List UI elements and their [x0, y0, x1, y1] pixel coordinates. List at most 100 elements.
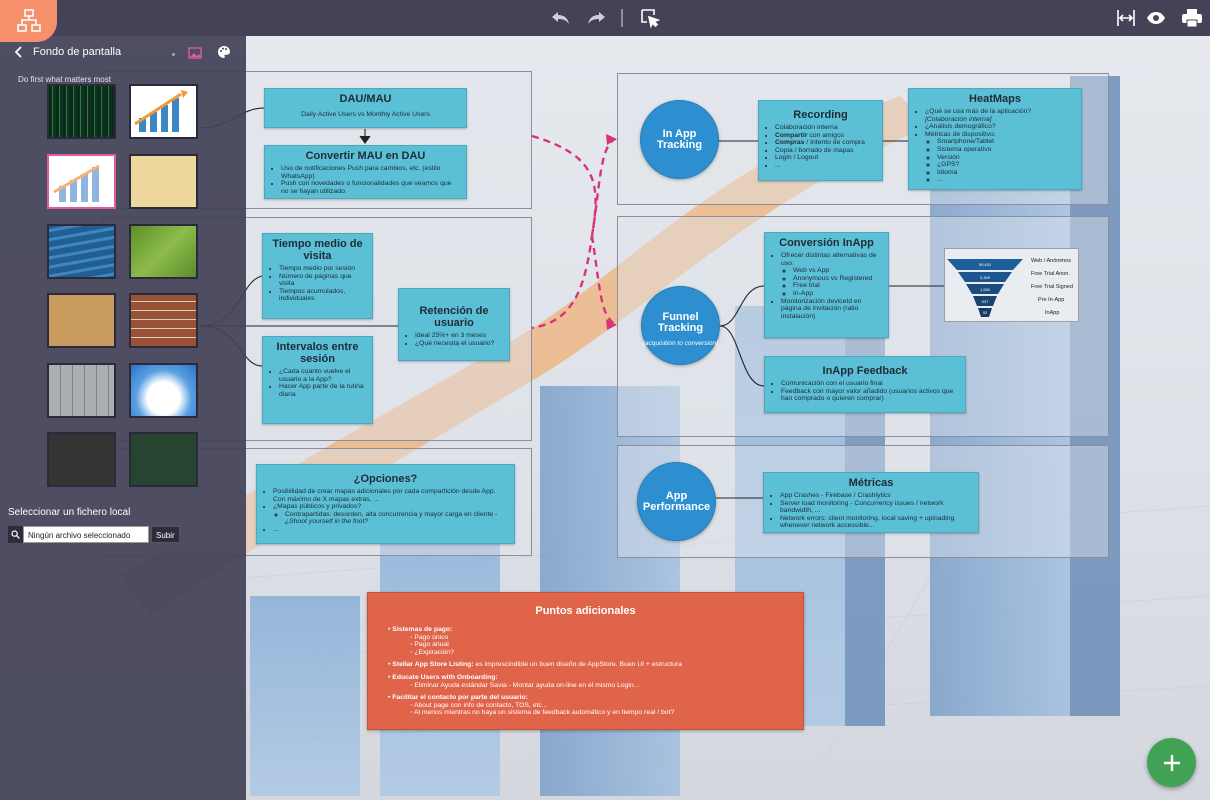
undo-icon[interactable] [549, 6, 573, 30]
funnel-value: 1,530 [980, 287, 991, 292]
node-intervalos[interactable]: Intervalos entre sesión ¿Cada cuanto vue… [262, 336, 373, 424]
node-title: Funnel Tracking [657, 311, 704, 334]
list-item: Compras / Intento de compra [775, 139, 876, 147]
cursor-select-icon[interactable] [638, 6, 662, 30]
node-title: InApp Feedback [822, 365, 908, 377]
node-title: Puntos adicionales [535, 605, 636, 617]
node-inapp-feedback[interactable]: InApp Feedback Comunicación con el usuar… [764, 356, 966, 413]
list-item: ... [775, 162, 876, 170]
list-item: Comunicación con el usuario final [781, 380, 959, 388]
list-item: Número de páginas que visita [279, 273, 366, 288]
node-app-performance[interactable]: App Performance [637, 462, 716, 541]
list-item: Ofrecer distintas alternativas de uso: W… [781, 252, 882, 298]
list-item: Métricas de dispositivo: Smartphone/Tabl… [925, 131, 1075, 184]
node-title: Retención de usuario [419, 305, 489, 329]
list-item: ◦ Pago único [410, 633, 449, 641]
list-item: In-App [793, 290, 876, 298]
node-puntos-adicionales[interactable]: Puntos adicionales • Sistemas de pago: ◦… [367, 592, 804, 730]
list-text: / Intento de compra [804, 139, 865, 147]
node-metricas[interactable]: Métricas App Crashes - Firebase / Crashl… [763, 472, 979, 533]
node-heatmaps[interactable]: HeatMaps ¿Qué se usa más de la aplicació… [908, 88, 1082, 190]
section-onboarding: • Educate Users with Onboarding: ◦ Elimi… [388, 674, 803, 689]
list-item: Idioma [937, 169, 1069, 177]
node-tiempo-medio[interactable]: Tiempo medio de visita Tiempo medio por … [262, 233, 373, 319]
list-item: Compartir con amigos [775, 132, 876, 140]
node-title: Métricas [848, 477, 894, 489]
search-icon[interactable] [8, 526, 23, 543]
list-item: ¿Cada cuanto vuelve el usuario a la App? [279, 368, 366, 383]
wallpaper-thumb-brick[interactable] [129, 293, 198, 348]
section-text: es imprescindible un buen diseño de AppS… [473, 661, 682, 669]
funnel-label: Web / Anónimos [1031, 258, 1071, 264]
list-text: About page con info de contacto, TOS, et… [413, 701, 548, 709]
node-recording[interactable]: Recording Colaboración interna Compartir… [758, 100, 883, 181]
image-icon[interactable] [188, 46, 202, 59]
list-item: Free trial [793, 282, 876, 290]
list-item: Colaboración interna [775, 124, 876, 132]
list-item: Tiempo medio por sesión [279, 265, 366, 273]
node-retencion[interactable]: Retención de usuario Ideal 25%+ en 3 mes… [398, 288, 510, 361]
map-subtitle: Do first what matters most [18, 75, 111, 84]
list-text: con amigos [807, 131, 845, 139]
node-conversion-inapp[interactable]: Conversión InApp Ofrecer distintas alter… [764, 232, 889, 338]
list-item: Hacer App parte de la rutina diaria [279, 383, 366, 398]
list-text: Ofrecer distintas alternativas de uso: [781, 252, 877, 267]
list-text: Contrapartidas: desorden, alta concurren… [285, 510, 498, 518]
node-opciones[interactable]: ¿Opciones? Posibilidad de crear mapas ad… [256, 464, 515, 544]
list-item: Uso de notificaciones Push para cambios,… [281, 165, 460, 180]
local-file-label: Seleccionar un fichero local [8, 507, 131, 518]
section-title-text: Facilitar el contacto por parte del usua… [392, 694, 528, 702]
upload-button[interactable]: Subir [151, 526, 180, 543]
wallpaper-thumb-paper[interactable] [129, 154, 198, 209]
section-title: • Sistemas de pago: [388, 626, 453, 633]
file-input[interactable]: Ningún archivo seleccionado [23, 526, 149, 543]
wallpaper-thumb-greenboard[interactable] [129, 432, 198, 487]
wallpaper-thumb-matrix[interactable] [47, 84, 116, 139]
list-item: Feedback con mayor valor añadido (usuari… [781, 388, 959, 403]
node-inapp-tracking[interactable]: In App Tracking [640, 100, 719, 179]
wallpaper-thumb-sky[interactable] [129, 363, 198, 418]
funnel-label: Pre In-App [1038, 297, 1065, 303]
wallpaper-thumb-wood[interactable] [47, 363, 116, 418]
fit-width-icon[interactable] [1114, 6, 1138, 30]
plus-icon [1163, 754, 1180, 771]
node-title: In App Tracking [656, 127, 703, 151]
section-contacto: • Facilitar el contacto por parte del us… [388, 694, 803, 717]
file-upload-row: Ningún archivo seleccionado Subir [8, 526, 180, 543]
funnel-label: Free Trial Anon. [1031, 271, 1070, 277]
funnel-value: 92 [983, 310, 988, 315]
section-pago: • Sistemas de pago: ◦ Pago único ◦ Pago … [388, 626, 803, 656]
wallpaper-thumb-cork[interactable] [47, 293, 116, 348]
wallpaper-thumb-chart-blue[interactable] [129, 84, 198, 139]
mindmap-logo-icon[interactable] [0, 0, 57, 42]
eye-icon[interactable] [1144, 6, 1168, 30]
list-item: ¿Qué necesita el usuario? [415, 340, 503, 348]
printer-icon[interactable] [1180, 6, 1204, 30]
list-item: ¿Qué se usa más de la aplicación?[Colabo… [925, 108, 1075, 123]
wallpaper-thumb-grass[interactable] [129, 224, 198, 279]
node-title: Conversión InApp [779, 237, 874, 249]
list-item: Copia / borrado de mapas [775, 147, 876, 155]
list-item: ◦ Eliminar Ayuda estándar Savia - Montar… [410, 681, 640, 689]
node-text: Daily Active Users vs Monthly Active Use… [301, 111, 430, 118]
section-title-text: Educate Users with Onboarding: [392, 673, 498, 681]
back-arrow-icon[interactable] [12, 45, 26, 59]
list-emphasis: [Colaboración interna] [925, 115, 992, 123]
redo-icon[interactable] [584, 6, 608, 30]
node-funnel-tracking[interactable]: Funnel Tracking (acquisition to conversi… [641, 286, 720, 365]
separator-dot [172, 53, 175, 56]
funnel-image[interactable]: 50,431 3,309 1,530 537 92 Web / Anónimos… [944, 248, 1079, 322]
wallpaper-thumb-water[interactable] [47, 224, 116, 279]
node-title: App Performance [642, 489, 711, 513]
palette-icon[interactable] [217, 45, 231, 59]
node-title: HeatMaps [969, 93, 1021, 105]
add-node-button[interactable] [1147, 738, 1196, 787]
wallpaper-thumb-blackboard[interactable] [47, 432, 116, 487]
list-bold: Compartir [775, 131, 808, 139]
list-item: ◦ Al menos mientras no haya un sistema d… [410, 709, 675, 717]
list-text: Eliminar Ayuda estándar Savia - Montar a… [414, 681, 640, 689]
top-toolbar [0, 0, 1210, 42]
node-dau-mau[interactable]: DAU/MAU Daily Active Users vs Monthly Ac… [264, 88, 467, 128]
node-convertir-mau[interactable]: Convertir MAU en DAU Uso de notificacion… [264, 145, 467, 199]
wallpaper-thumb-chart-selected[interactable] [47, 154, 116, 209]
